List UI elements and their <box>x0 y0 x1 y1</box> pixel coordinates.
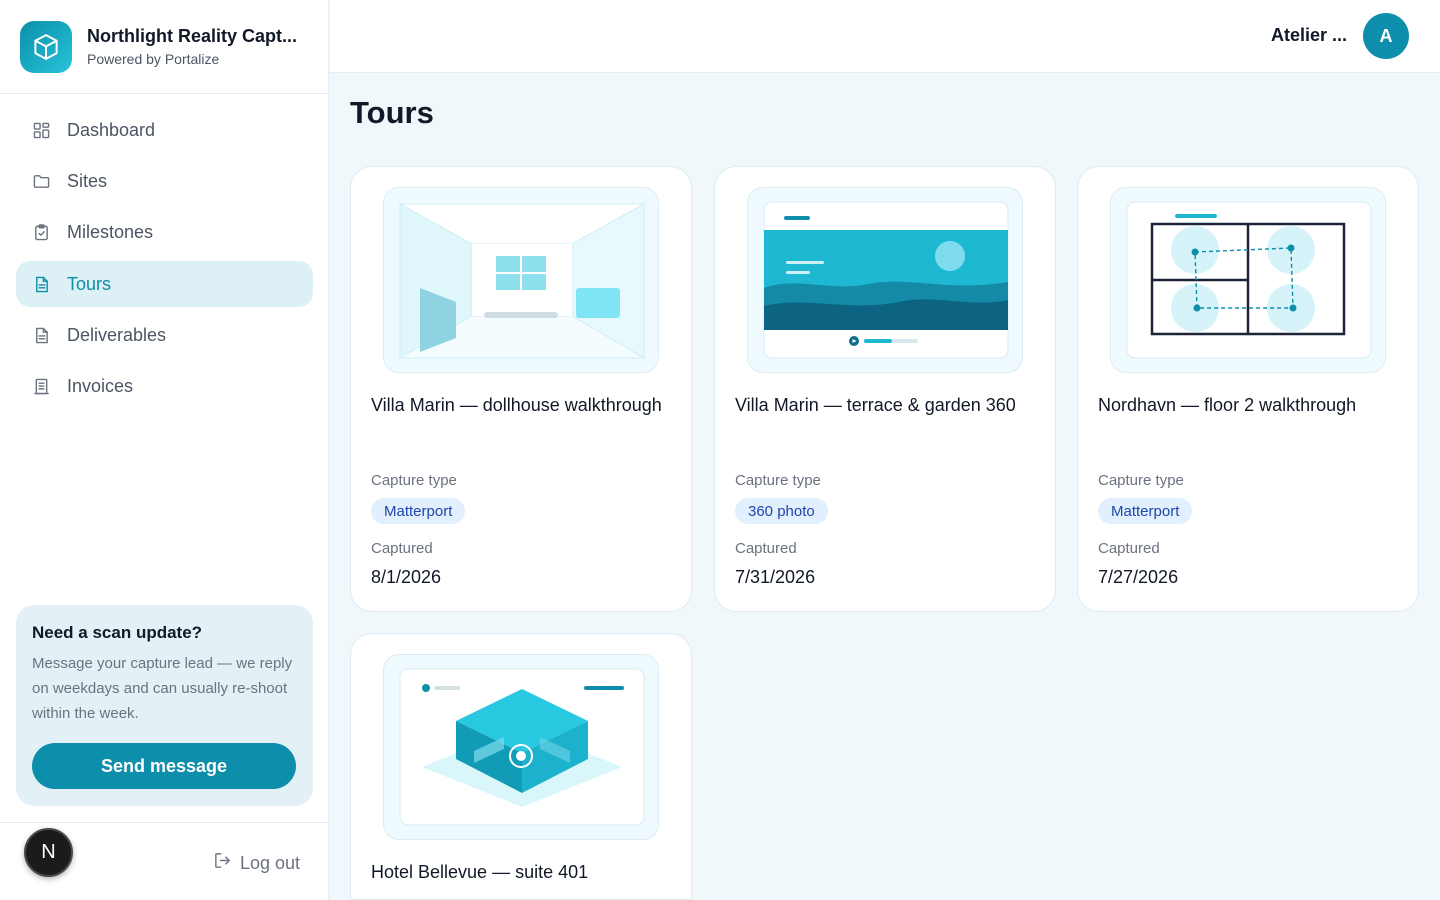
send-message-button[interactable]: Send message <box>32 743 296 789</box>
logout-button[interactable]: Log out <box>213 851 300 875</box>
captured-label: Captured <box>371 540 433 557</box>
tour-card[interactable]: Villa Marin — dollhouse walkthrough Capt… <box>350 166 692 612</box>
brand-subtitle: Powered by Portalize <box>87 51 220 67</box>
folder-icon <box>32 172 50 190</box>
capture-type-label: Capture type <box>735 472 821 489</box>
sidebar-item-label: Tours <box>67 273 112 294</box>
devtools-avatar[interactable]: N <box>24 828 73 877</box>
logout-icon <box>213 851 232 875</box>
panorama-thumbnail <box>747 187 1023 373</box>
sidebar-item-label: Invoices <box>67 376 134 397</box>
sidebar-footer: N Log out <box>0 822 329 900</box>
tour-title: Hotel Bellevue — suite 401 <box>371 862 589 882</box>
captured-date: 8/1/2026 <box>371 567 442 587</box>
top-header: Atelier ... A <box>330 0 1440 73</box>
sidebar-item-milestones[interactable]: Milestones <box>16 210 313 256</box>
captured-date: 7/31/2026 <box>735 567 816 587</box>
user-avatar[interactable]: A <box>1363 13 1409 59</box>
sidebar-item-tours[interactable]: Tours <box>16 261 313 308</box>
capture-type-badge: Matterport <box>1098 498 1193 524</box>
promo-body: Message your capture lead — we reply on … <box>32 655 293 722</box>
cube-logo-icon <box>20 20 72 73</box>
captured-date: 7/27/2026 <box>1098 567 1179 587</box>
document-icon <box>32 327 50 345</box>
sidebar-item-deliverables[interactable]: Deliverables <box>16 313 313 359</box>
sidebar-nav: Dashboard Sites Milestones Tours Deliver… <box>16 107 313 415</box>
sidebar-item-label: Milestones <box>67 222 154 243</box>
logout-label: Log out <box>239 852 300 873</box>
dollhouse-thumbnail <box>383 187 659 373</box>
grid-icon <box>32 121 50 139</box>
capture-type-label: Capture type <box>371 472 457 489</box>
sidebar: Northlight Reality Capt... Powered by Po… <box>0 0 329 900</box>
sidebar-item-sites[interactable]: Sites <box>16 158 313 204</box>
sidebar-item-dashboard[interactable]: Dashboard <box>16 107 313 153</box>
capture-type-label: Capture type <box>1098 472 1184 489</box>
promo-title: Need a scan update? <box>32 623 203 642</box>
brand-header: Northlight Reality Capt... Powered by Po… <box>0 0 328 94</box>
sidebar-item-label: Sites <box>67 170 108 191</box>
scan-update-card: Need a scan update? Message your capture… <box>16 605 313 806</box>
floorplan-thumbnail <box>1110 187 1386 373</box>
isometric-thumbnail <box>383 654 659 840</box>
capture-type-badge: Matterport <box>371 498 466 524</box>
tour-title: Villa Marin — terrace & garden 360 <box>735 395 1016 415</box>
receipt-icon <box>32 378 50 396</box>
clipboard-check-icon <box>32 224 50 242</box>
page-title: Tours <box>350 95 434 130</box>
account-name[interactable]: Atelier ... <box>1271 25 1347 46</box>
sidebar-item-invoices[interactable]: Invoices <box>16 364 313 410</box>
tour-title: Villa Marin — dollhouse walkthrough <box>371 395 662 415</box>
tour-title: Nordhavn — floor 2 walkthrough <box>1098 395 1357 415</box>
capture-type-badge: 360 photo <box>735 498 828 524</box>
brand-name: Northlight Reality Capt... <box>87 26 298 46</box>
sidebar-item-label: Dashboard <box>67 119 156 140</box>
captured-label: Captured <box>735 540 797 557</box>
tour-card[interactable]: Nordhavn — floor 2 walkthrough Capture t… <box>1077 166 1419 612</box>
document-icon <box>32 275 50 293</box>
captured-label: Captured <box>1098 540 1160 557</box>
tour-card[interactable]: Hotel Bellevue — suite 401 <box>350 633 692 900</box>
sidebar-item-label: Deliverables <box>67 325 167 346</box>
tour-card[interactable]: Villa Marin — terrace & garden 360 Captu… <box>714 166 1056 612</box>
